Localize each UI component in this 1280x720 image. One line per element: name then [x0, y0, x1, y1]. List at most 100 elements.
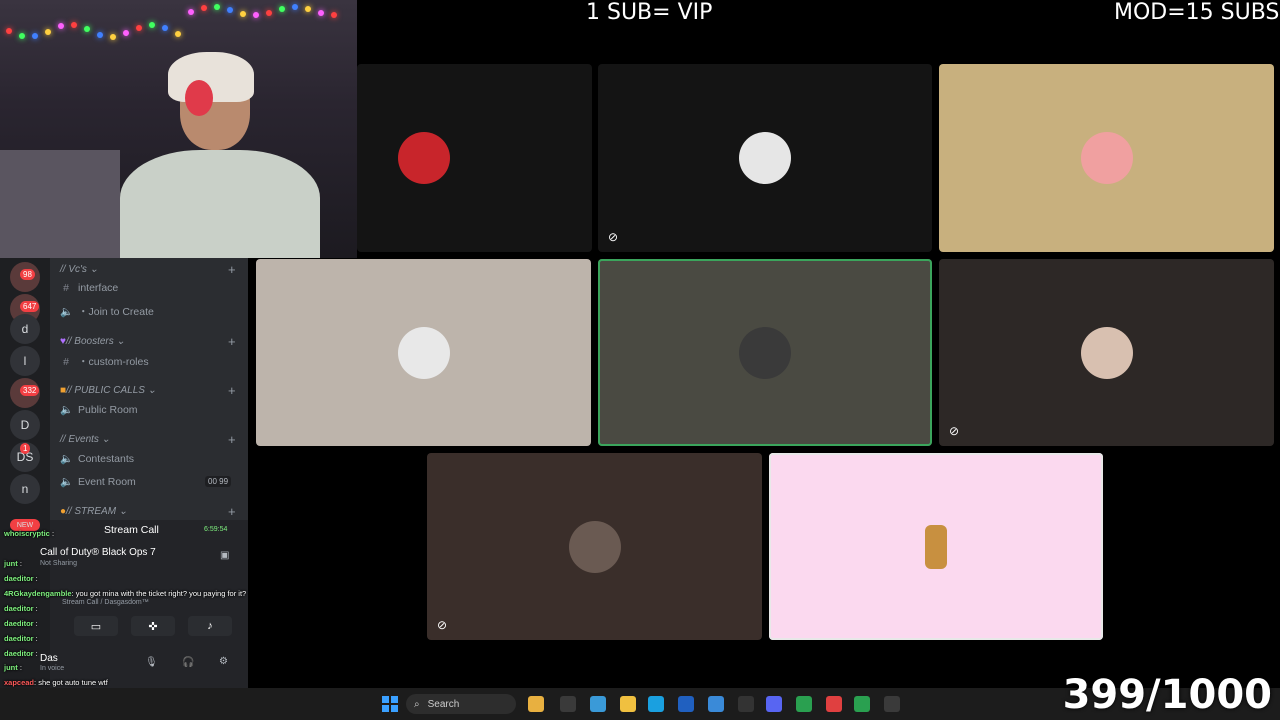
channel-interface[interactable]: # interface [60, 282, 118, 294]
server-icon[interactable]: D [10, 410, 40, 440]
light-bulb [292, 4, 298, 10]
xbox-icon[interactable] [854, 696, 870, 712]
server-icon[interactable]: d [10, 314, 40, 344]
participant-avatar [1080, 132, 1133, 184]
chat-message: daeditor : [4, 634, 38, 643]
user-name: Das [40, 653, 58, 664]
speaker-icon: 🔈 [60, 404, 74, 416]
chat-message: daeditor : [4, 649, 38, 658]
camera-off-icon: ⊘ [437, 618, 448, 632]
channel-public-room[interactable]: 🔈 Public Room [60, 403, 138, 417]
chat-username[interactable]: daeditor [4, 604, 34, 613]
screen-share-button[interactable]: ▭ [74, 616, 118, 636]
taskbar-app-icon[interactable] [678, 696, 694, 712]
store-icon[interactable] [590, 696, 606, 712]
light-bulb [201, 4, 207, 11]
light-bulb [19, 33, 25, 40]
soundboard-button[interactable]: ♪ [188, 616, 232, 636]
channel-join-to-create[interactable]: 🔈 ・Join to Create [60, 304, 154, 319]
participant-tile[interactable]: ⊘ [939, 259, 1274, 446]
chat-username[interactable]: daeditor [4, 619, 34, 628]
add-channel-icon[interactable]: + [228, 334, 236, 349]
server-icon[interactable]: n [10, 474, 40, 504]
light-bulb [318, 9, 324, 16]
discord-icon[interactable] [766, 696, 782, 712]
channel-contestants[interactable]: 🔈 Contestants [60, 452, 134, 466]
participant-avatar [1080, 326, 1133, 379]
channel-event-room[interactable]: 🔈 Event Room [60, 475, 136, 489]
unread-badge: 332 [20, 385, 40, 396]
streamer-body [120, 150, 320, 258]
sharing-status: Not Sharing [40, 560, 77, 567]
chat-username[interactable]: daeditor [4, 649, 34, 658]
chat-username[interactable]: xapcead [4, 678, 34, 687]
category-public-calls[interactable]: ■// PUBLIC CALLS ⌄ + [60, 383, 236, 398]
light-bulb [279, 5, 285, 12]
add-channel-icon[interactable]: + [228, 383, 236, 398]
screen-icon[interactable]: ▣ [220, 550, 229, 561]
category-stream[interactable]: ●// STREAM ⌄ + [60, 504, 236, 519]
activity-title: Call of Duty® Black Ops 7 [40, 547, 156, 558]
call-of-duty-icon[interactable] [884, 696, 900, 712]
headphones-icon[interactable]: 🎧 [182, 657, 194, 668]
chat-message: daeditor : [4, 574, 38, 583]
sub-goal-counter: 399/1000 [1062, 672, 1272, 718]
light-bulb [97, 31, 103, 38]
edge-icon[interactable] [648, 696, 664, 712]
connected-channel: Stream Call / Dasgasdom™ [62, 599, 149, 606]
chrome-icon[interactable] [826, 696, 842, 712]
chat-text: : [33, 619, 38, 628]
light-bulb [32, 33, 38, 40]
settings-gear-icon[interactable]: ⚙ [219, 656, 228, 667]
participant-tile[interactable] [357, 64, 592, 252]
hash-icon: # [63, 355, 69, 368]
chat-username[interactable]: 4RGkaydengamble [4, 589, 72, 598]
light-bulb [84, 26, 90, 33]
add-channel-icon[interactable]: + [228, 432, 236, 447]
light-bulb [58, 23, 64, 30]
chat-text: : [17, 559, 22, 568]
light-bulb [253, 11, 259, 18]
taskbar-app-icon[interactable] [708, 696, 724, 712]
participant-avatar [397, 326, 450, 379]
windows-start-icon[interactable] [382, 696, 398, 712]
user-limit-pill: 00 99 [205, 476, 232, 487]
taskbar-search[interactable]: ⌕ Search [406, 694, 516, 714]
chrome-icon[interactable] [796, 696, 812, 712]
chat-username[interactable]: whoiscryptic [4, 529, 50, 538]
microphone-icon[interactable]: 🎙 [145, 657, 158, 668]
chat-message: xapcead: she got auto tune wtf [4, 678, 108, 687]
chat-username[interactable]: junt [4, 559, 18, 568]
participant-tile[interactable]: ⊘ [598, 64, 932, 252]
stream-call-channel[interactable]: Stream Call [104, 524, 159, 536]
participant-tile[interactable] [598, 259, 932, 446]
participant-tile[interactable] [256, 259, 591, 446]
server-icon[interactable]: l [10, 346, 40, 376]
light-bulb [6, 28, 12, 34]
chat-username[interactable]: daeditor [4, 634, 34, 643]
category-events[interactable]: // Events ⌄ + [60, 432, 236, 447]
chat-message: whoiscryptic : [4, 529, 54, 538]
add-channel-icon[interactable]: + [228, 262, 236, 277]
activities-button[interactable]: ✜ [131, 616, 175, 636]
participant-avatar [398, 132, 450, 184]
headphones [185, 80, 213, 116]
channel-custom-roles[interactable]: # ・custom-roles [60, 354, 149, 369]
light-bulb [71, 22, 77, 29]
obs-icon[interactable] [738, 696, 754, 712]
light-bulb [136, 24, 142, 31]
participant-tile[interactable]: ⊘ [427, 453, 762, 640]
category-boosters[interactable]: ♥// Boosters ⌄ + [60, 334, 236, 349]
participant-tile[interactable] [939, 64, 1274, 252]
chat-username[interactable]: junt [4, 663, 18, 672]
taskbar-app-icon[interactable] [528, 696, 544, 712]
folder-icon[interactable] [620, 696, 636, 712]
speaker-icon: 🔈 [60, 306, 74, 318]
chat-username[interactable]: daeditor [4, 574, 34, 583]
category-vcs[interactable]: // Vc's ⌄ + [60, 262, 236, 277]
participant-tile[interactable] [769, 453, 1103, 640]
add-channel-icon[interactable]: + [228, 504, 236, 519]
file-explorer-icon[interactable] [560, 696, 576, 712]
stream-timer: 6:59:54 [204, 526, 228, 533]
chat-message: daeditor : [4, 619, 38, 628]
